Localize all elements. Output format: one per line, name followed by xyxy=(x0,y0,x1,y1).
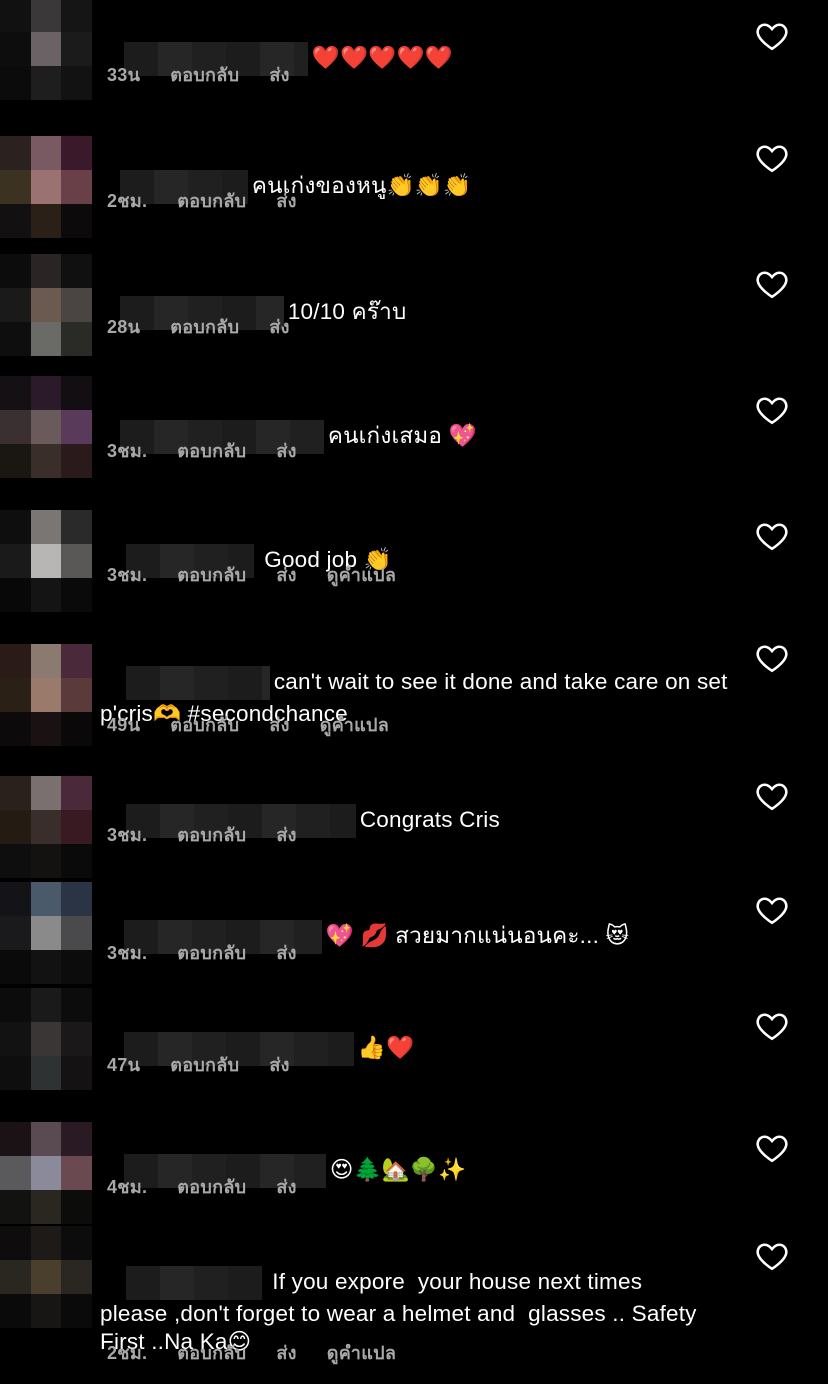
avatar[interactable] xyxy=(0,136,92,238)
reply-button[interactable]: ตอบกลับ xyxy=(177,938,246,967)
reply-button[interactable]: ตอบกลับ xyxy=(170,60,239,89)
reply-button[interactable]: ตอบกลับ xyxy=(177,436,246,465)
send-button[interactable]: ส่ง xyxy=(276,436,296,465)
comment-time: 3ชม. xyxy=(107,825,148,845)
reply-button[interactable]: ตอบกลับ xyxy=(177,186,246,215)
comment-time: 3ชม. xyxy=(107,565,148,585)
comment-time: 2ชม. xyxy=(107,191,148,211)
comment-time: 28น xyxy=(107,317,141,337)
heart-icon[interactable] xyxy=(754,778,790,814)
comment-time: 49น xyxy=(107,715,141,735)
comment-time: 3ชม. xyxy=(107,943,148,963)
avatar[interactable] xyxy=(0,776,92,878)
send-button[interactable]: ส่ง xyxy=(276,1338,296,1367)
heart-icon[interactable] xyxy=(754,892,790,928)
comment-text: ❤️❤️❤️❤️❤️ xyxy=(98,14,728,104)
comment-time: 4ชม. xyxy=(107,1177,148,1197)
reply-button[interactable]: ตอบกลับ xyxy=(170,312,239,341)
send-button[interactable]: ส่ง xyxy=(269,60,289,89)
translate-link[interactable]: ดูคำแปล xyxy=(327,1338,396,1367)
heart-icon[interactable] xyxy=(754,1238,790,1274)
heart-icon[interactable] xyxy=(754,266,790,302)
comment-body: ❤️❤️❤️❤️❤️ xyxy=(311,44,453,70)
avatar[interactable] xyxy=(0,376,92,478)
comment-meta: 3ชม. ตอบกลับ ส่ง xyxy=(107,436,327,465)
comment-meta: 2ชม. ตอบกลับ ส่ง xyxy=(107,186,327,215)
reply-button[interactable]: ตอบกลับ xyxy=(177,1338,246,1367)
comment-body: 😍🌲🏡🌳✨ xyxy=(329,1156,467,1182)
avatar[interactable] xyxy=(0,1226,92,1328)
username-blurred[interactable] xyxy=(125,1266,262,1300)
send-button[interactable]: ส่ง xyxy=(276,560,296,589)
comment-body: 💖 💋 สวยมากแน่นอนคะ... 😻 xyxy=(325,922,630,948)
send-button[interactable]: ส่ง xyxy=(276,1172,296,1201)
heart-icon[interactable] xyxy=(754,140,790,176)
comment-text: 💖 💋 สวยมากแน่นอนคะ... 😻 xyxy=(98,892,728,982)
translate-link[interactable]: ดูคำแปล xyxy=(327,560,396,589)
comment-meta: 47น ตอบกลับ ส่ง xyxy=(107,1050,320,1079)
comment-body: Congrats Cris xyxy=(359,806,500,832)
heart-icon[interactable] xyxy=(754,392,790,428)
send-button[interactable]: ส่ง xyxy=(269,1050,289,1079)
comment-meta: 2ชม. ตอบกลับ ส่ง ดูคำแปล xyxy=(107,1338,426,1367)
comment-meta: 3ชม. ตอบกลับ ส่ง xyxy=(107,938,327,967)
comment-meta: 3ชม. ตอบกลับ ส่ง xyxy=(107,820,327,849)
reply-button[interactable]: ตอบกลับ xyxy=(177,820,246,849)
comment-body: 👍❤️ xyxy=(357,1034,415,1060)
avatar[interactable] xyxy=(0,510,92,612)
comment-text: 👍❤️ xyxy=(98,1004,728,1094)
reply-button[interactable]: ตอบกลับ xyxy=(177,560,246,589)
comment-meta: 4ชม. ตอบกลับ ส่ง xyxy=(107,1172,327,1201)
heart-icon[interactable] xyxy=(754,1130,790,1166)
send-button[interactable]: ส่ง xyxy=(276,820,296,849)
translate-link[interactable]: ดูคำแปล xyxy=(320,710,389,739)
comment-time: 33น xyxy=(107,65,141,85)
avatar[interactable] xyxy=(0,988,92,1090)
comment-time: 2ชม. xyxy=(107,1343,148,1363)
reply-button[interactable]: ตอบกลับ xyxy=(170,1050,239,1079)
heart-icon[interactable] xyxy=(754,18,790,54)
reply-button[interactable]: ตอบกลับ xyxy=(170,710,239,739)
comment-meta: 28น ตอบกลับ ส่ง xyxy=(107,312,320,341)
send-button[interactable]: ส่ง xyxy=(276,938,296,967)
comment-body: คนเก่งเสมอ 💖 xyxy=(327,422,477,448)
comment-meta: 33น ตอบกลับ ส่ง xyxy=(107,60,320,89)
comment-meta: 3ชม. ตอบกลับ ส่ง ดูคำแปล xyxy=(107,560,426,589)
heart-icon[interactable] xyxy=(754,1008,790,1044)
comment-time: 3ชม. xyxy=(107,441,148,461)
avatar[interactable] xyxy=(0,644,92,746)
comment-time: 47น xyxy=(107,1055,141,1075)
heart-icon[interactable] xyxy=(754,640,790,676)
avatar[interactable] xyxy=(0,0,92,100)
send-button[interactable]: ส่ง xyxy=(269,312,289,341)
avatar[interactable] xyxy=(0,882,92,984)
username-blurred[interactable] xyxy=(125,666,270,700)
avatar[interactable] xyxy=(0,1122,92,1224)
heart-icon[interactable] xyxy=(754,518,790,554)
avatar[interactable] xyxy=(0,254,92,356)
comment-text: 😍🌲🏡🌳✨ xyxy=(98,1126,728,1216)
send-button[interactable]: ส่ง xyxy=(276,186,296,215)
reply-button[interactable]: ตอบกลับ xyxy=(177,1172,246,1201)
send-button[interactable]: ส่ง xyxy=(269,710,289,739)
comment-meta: 49น ตอบกลับ ส่ง ดูคำแปล xyxy=(107,710,419,739)
